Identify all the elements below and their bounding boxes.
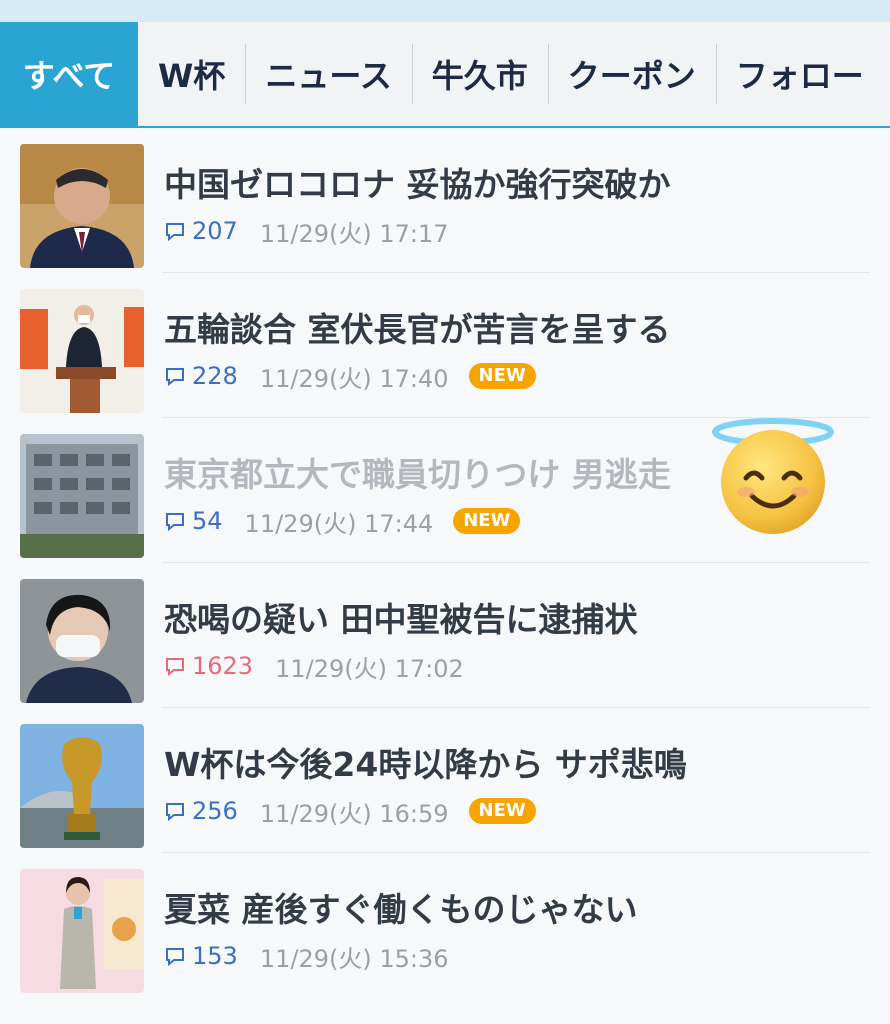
- tab-ushiku[interactable]: 牛久市: [411, 22, 548, 126]
- article-title[interactable]: W杯は今後24時以降から サポ悲鳴: [164, 738, 687, 786]
- comment-icon: [166, 948, 184, 967]
- comment-count[interactable]: 228: [192, 362, 238, 390]
- tab-coupon[interactable]: クーポン: [547, 22, 716, 126]
- new-badge: NEW: [468, 363, 536, 389]
- status-strip: [0, 0, 890, 23]
- article-thumbnail: [20, 869, 144, 993]
- article-meta: 54 11/29(火) 17:44 NEW: [164, 506, 521, 538]
- category-tabs: すべて W杯 ニュース 牛久市 クーポン フォロー: [0, 22, 890, 128]
- tab-world-cup[interactable]: W杯: [138, 22, 245, 126]
- article-thumbnail: [20, 579, 144, 703]
- comment-icon-hot: [166, 658, 184, 677]
- article-meta: 256 11/29(火) 16:59 NEW: [164, 796, 536, 828]
- list-item[interactable]: 恐喝の疑い 田中聖被告に逮捕状 1623 11/29(火) 17:02: [0, 563, 890, 708]
- list-item[interactable]: 五輪談合 室伏長官が苦言を呈する 228 11/29(火) 17:40 NEW: [0, 273, 890, 418]
- article-thumbnail: [20, 289, 144, 413]
- timestamp: 11/29(火) 17:17: [259, 219, 449, 248]
- article-title[interactable]: 中国ゼロコロナ 妥協か強行突破か: [164, 158, 671, 206]
- timestamp: 11/29(火) 17:02: [275, 654, 464, 683]
- comment-count[interactable]: 54: [192, 507, 223, 535]
- list-item[interactable]: W杯は今後24時以降から サポ悲鳴 256 11/29(火) 16:59 NEW: [0, 708, 890, 853]
- article-meta: 1623 11/29(火) 17:02: [164, 651, 464, 683]
- article-thumbnail: [20, 434, 144, 558]
- new-badge: NEW: [468, 798, 536, 824]
- comment-icon: [166, 223, 184, 242]
- timestamp: 11/29(火) 17:40: [259, 364, 449, 393]
- list-item[interactable]: 夏菜 産後すぐ働くものじゃない 153 11/29(火) 15:36: [0, 853, 890, 998]
- article-meta: 153 11/29(火) 15:36: [164, 941, 449, 973]
- tab-all[interactable]: すべて: [0, 22, 138, 126]
- article-title[interactable]: 夏菜 産後すぐ働くものじゃない: [164, 883, 638, 931]
- article-meta: 207 11/29(火) 17:17: [164, 216, 449, 248]
- comment-count[interactable]: 1623: [192, 652, 253, 680]
- tab-news[interactable]: ニュース: [245, 22, 411, 126]
- article-title[interactable]: 恐喝の疑い 田中聖被告に逮捕状: [164, 593, 638, 641]
- comment-count[interactable]: 207: [192, 217, 238, 245]
- timestamp: 11/29(火) 15:36: [259, 944, 449, 973]
- article-title[interactable]: 五輪談合 室伏長官が苦言を呈する: [164, 303, 671, 351]
- article-thumbnail: [20, 144, 144, 268]
- timestamp: 11/29(火) 17:44: [244, 509, 434, 538]
- comment-count[interactable]: 153: [192, 942, 238, 970]
- comment-count[interactable]: 256: [192, 797, 238, 825]
- timestamp: 11/29(火) 16:59: [259, 799, 449, 828]
- comment-icon: [166, 368, 184, 387]
- comment-icon: [166, 513, 184, 532]
- article-meta: 228 11/29(火) 17:40 NEW: [164, 361, 536, 393]
- list-item[interactable]: 中国ゼロコロナ 妥協か強行突破か 207 11/29(火) 17:17: [0, 128, 890, 273]
- article-thumbnail: [20, 724, 144, 848]
- smiling-face-with-halo-icon: [712, 418, 834, 534]
- tab-follow[interactable]: フォロー: [715, 22, 884, 126]
- comment-icon: [166, 803, 184, 822]
- article-title[interactable]: 東京都立大で職員切りつけ 男逃走: [164, 448, 671, 496]
- new-badge: NEW: [453, 508, 521, 534]
